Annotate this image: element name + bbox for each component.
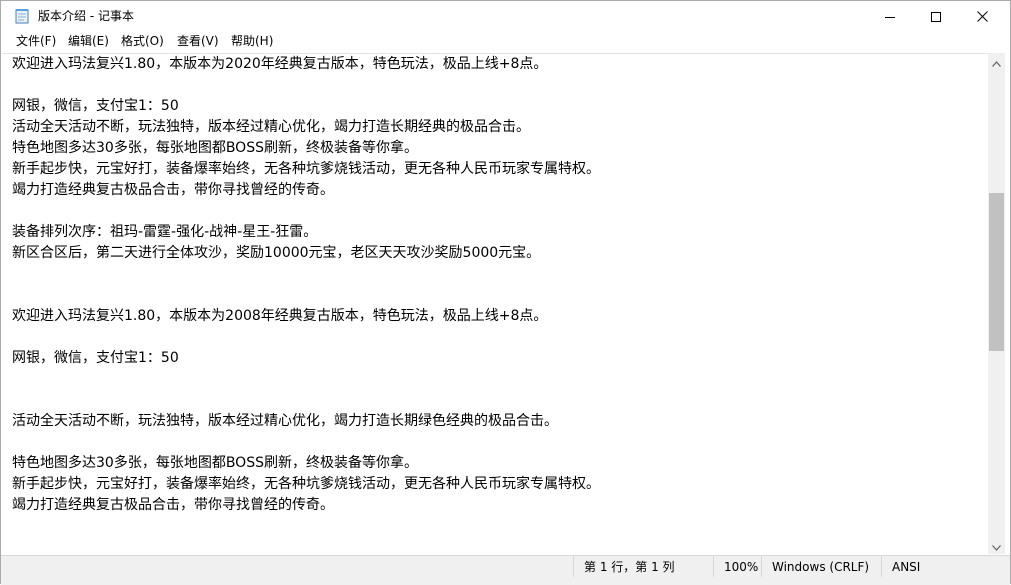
minimize-icon xyxy=(885,7,895,26)
menu-view[interactable]: 查看(V) xyxy=(175,33,221,49)
editor-line: 网银，微信，支付宝1：50 xyxy=(12,98,179,114)
vertical-scrollbar[interactable] xyxy=(988,53,1005,554)
cursor-position: 第 1 行，第 1 列 xyxy=(573,556,713,578)
menu-edit[interactable]: 编辑(E) xyxy=(66,33,111,49)
menu-format[interactable]: 格式(O) xyxy=(119,33,166,49)
editor-line: 装备排列次序：祖玛-雷霆-强化-战神-星王-狂雷。 xyxy=(12,224,318,240)
encoding: ANSI xyxy=(881,556,991,578)
window-title: 版本介绍 - 记事本 xyxy=(38,9,134,23)
notepad-icon xyxy=(15,8,29,24)
scroll-up-button[interactable] xyxy=(988,53,1005,70)
editor-line: 新手起步快，元宝好打，装备爆率始终，无各种坑爹烧钱活动，更无各种人民币玩家专属特… xyxy=(12,476,600,492)
zoom-level: 100% xyxy=(713,556,761,578)
chevron-up-icon xyxy=(992,52,1001,71)
editor-line: 欢迎进入玛法复兴1.80，本版本为2020年经典复古版本，特色玩法，极品上线+8… xyxy=(12,56,548,72)
editor-line: 欢迎进入玛法复兴1.80，本版本为2008年经典复古版本，特色玩法，极品上线+8… xyxy=(12,308,548,324)
editor-line: 竭力打造经典复古极品合击，带你寻找曾经的传奇。 xyxy=(12,497,334,513)
minimize-button[interactable] xyxy=(867,1,913,31)
maximize-icon xyxy=(931,7,941,26)
text-editor[interactable]: 欢迎进入玛法复兴1.80，本版本为2020年经典复古版本，特色玩法，极品上线+8… xyxy=(2,53,988,555)
editor-line: 竭力打造经典复古极品合击，带你寻找曾经的传奇。 xyxy=(12,182,334,198)
editor-line: 特色地图多达30多张，每张地图都BOSS刷新，终极装备等你拿。 xyxy=(12,455,418,471)
chevron-down-icon xyxy=(992,536,1001,555)
scroll-down-button[interactable] xyxy=(988,537,1005,554)
editor-line: 新区合区后，第二天进行全体攻沙，奖励10000元宝，老区天天攻沙奖励5000元宝… xyxy=(12,245,541,261)
maximize-button[interactable] xyxy=(913,1,959,31)
close-icon xyxy=(976,7,988,26)
status-bar: 第 1 行，第 1 列 100% Windows (CRLF) ANSI xyxy=(1,555,1010,578)
menu-help[interactable]: 帮助(H) xyxy=(229,33,275,49)
menu-bar: 文件(F) 编辑(E) 格式(O) 查看(V) 帮助(H) xyxy=(1,31,1010,51)
editor-line: 活动全天活动不断，玩法独特，版本经过精心优化，竭力打造长期绿色经典的极品合击。 xyxy=(12,413,558,429)
menu-file[interactable]: 文件(F) xyxy=(14,33,58,49)
editor-line: 网银，微信，支付宝1：50 xyxy=(12,350,179,366)
editor-line: 新手起步快，元宝好打，装备爆率始终，无各种坑爹烧钱活动，更无各种人民币玩家专属特… xyxy=(12,161,600,177)
editor-line: 活动全天活动不断，玩法独特，版本经过精心优化，竭力打造长期经典的极品合击。 xyxy=(12,119,530,135)
notepad-window: 版本介绍 - 记事本 文件(F) 编辑(E) 格式(O) 查看(V) 帮助(H) xyxy=(0,0,1011,585)
editor-line: 特色地图多达30多张，每张地图都BOSS刷新，终极装备等你拿。 xyxy=(12,140,418,156)
line-ending: Windows (CRLF) xyxy=(761,556,881,578)
close-button[interactable] xyxy=(959,1,1005,31)
scrollbar-thumb[interactable] xyxy=(989,193,1004,351)
title-bar[interactable]: 版本介绍 - 记事本 xyxy=(1,1,1010,31)
